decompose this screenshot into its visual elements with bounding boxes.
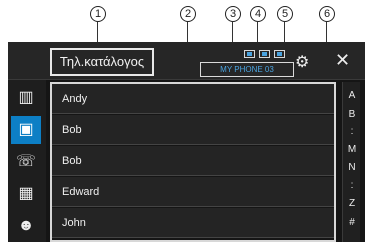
callout-3: 3 [225,6,241,22]
phone-screen: Τηλ.κατάλογος MY PHONE 03 ⚙ ✕ ▥ ▣ ☏ ▦ ☻ … [8,42,365,242]
close-icon[interactable]: ✕ [335,50,350,71]
contacts-icon[interactable]: ▣ [11,116,41,144]
alpha-m[interactable]: M [343,144,361,155]
alphabet-index[interactable]: A B : M N : Z # [342,82,360,242]
phonebook-book-icon[interactable]: ▥ [11,84,41,112]
sidebar: ▥ ▣ ☏ ▦ ☻ [8,80,46,242]
status-indicator-1 [244,50,255,58]
contact-row-andy[interactable]: Andy [52,84,334,114]
status-indicator-2 [259,50,270,58]
status-indicator-3 [274,50,285,58]
page-title: Τηλ.κατάλογος [50,48,154,76]
header-bar: Τηλ.κατάλογος MY PHONE 03 ⚙ ✕ [8,42,365,80]
alpha-z[interactable]: Z [343,198,361,209]
callout-5: 5 [277,6,293,22]
settings-gear-icon[interactable]: ⚙ [295,52,309,72]
callout-6: 6 [319,6,335,22]
device-name: MY PHONE 03 [200,62,294,77]
alpha-hash[interactable]: # [343,217,361,228]
contact-row-john[interactable]: John [52,208,334,238]
callout-2: 2 [180,6,196,22]
callout-4: 4 [250,6,266,22]
keypad-icon[interactable]: ▦ [11,180,41,208]
alpha-colon-1: : [350,126,354,137]
call-history-icon[interactable]: ☏ [11,148,41,176]
callout-1: 1 [90,6,106,22]
alpha-colon-2: : [350,180,354,191]
alpha-a[interactable]: A [343,90,361,101]
alpha-b[interactable]: B [343,109,361,120]
contact-row-bob[interactable]: Bob [52,115,334,145]
voice-recognition-icon[interactable]: ☻ [11,212,41,240]
contact-row-bob-2[interactable]: Bob [52,146,334,176]
alpha-n[interactable]: N [343,162,361,173]
contact-row-edward[interactable]: Edward [52,177,334,207]
contact-list: Andy Bob Bob Edward John [50,82,336,242]
